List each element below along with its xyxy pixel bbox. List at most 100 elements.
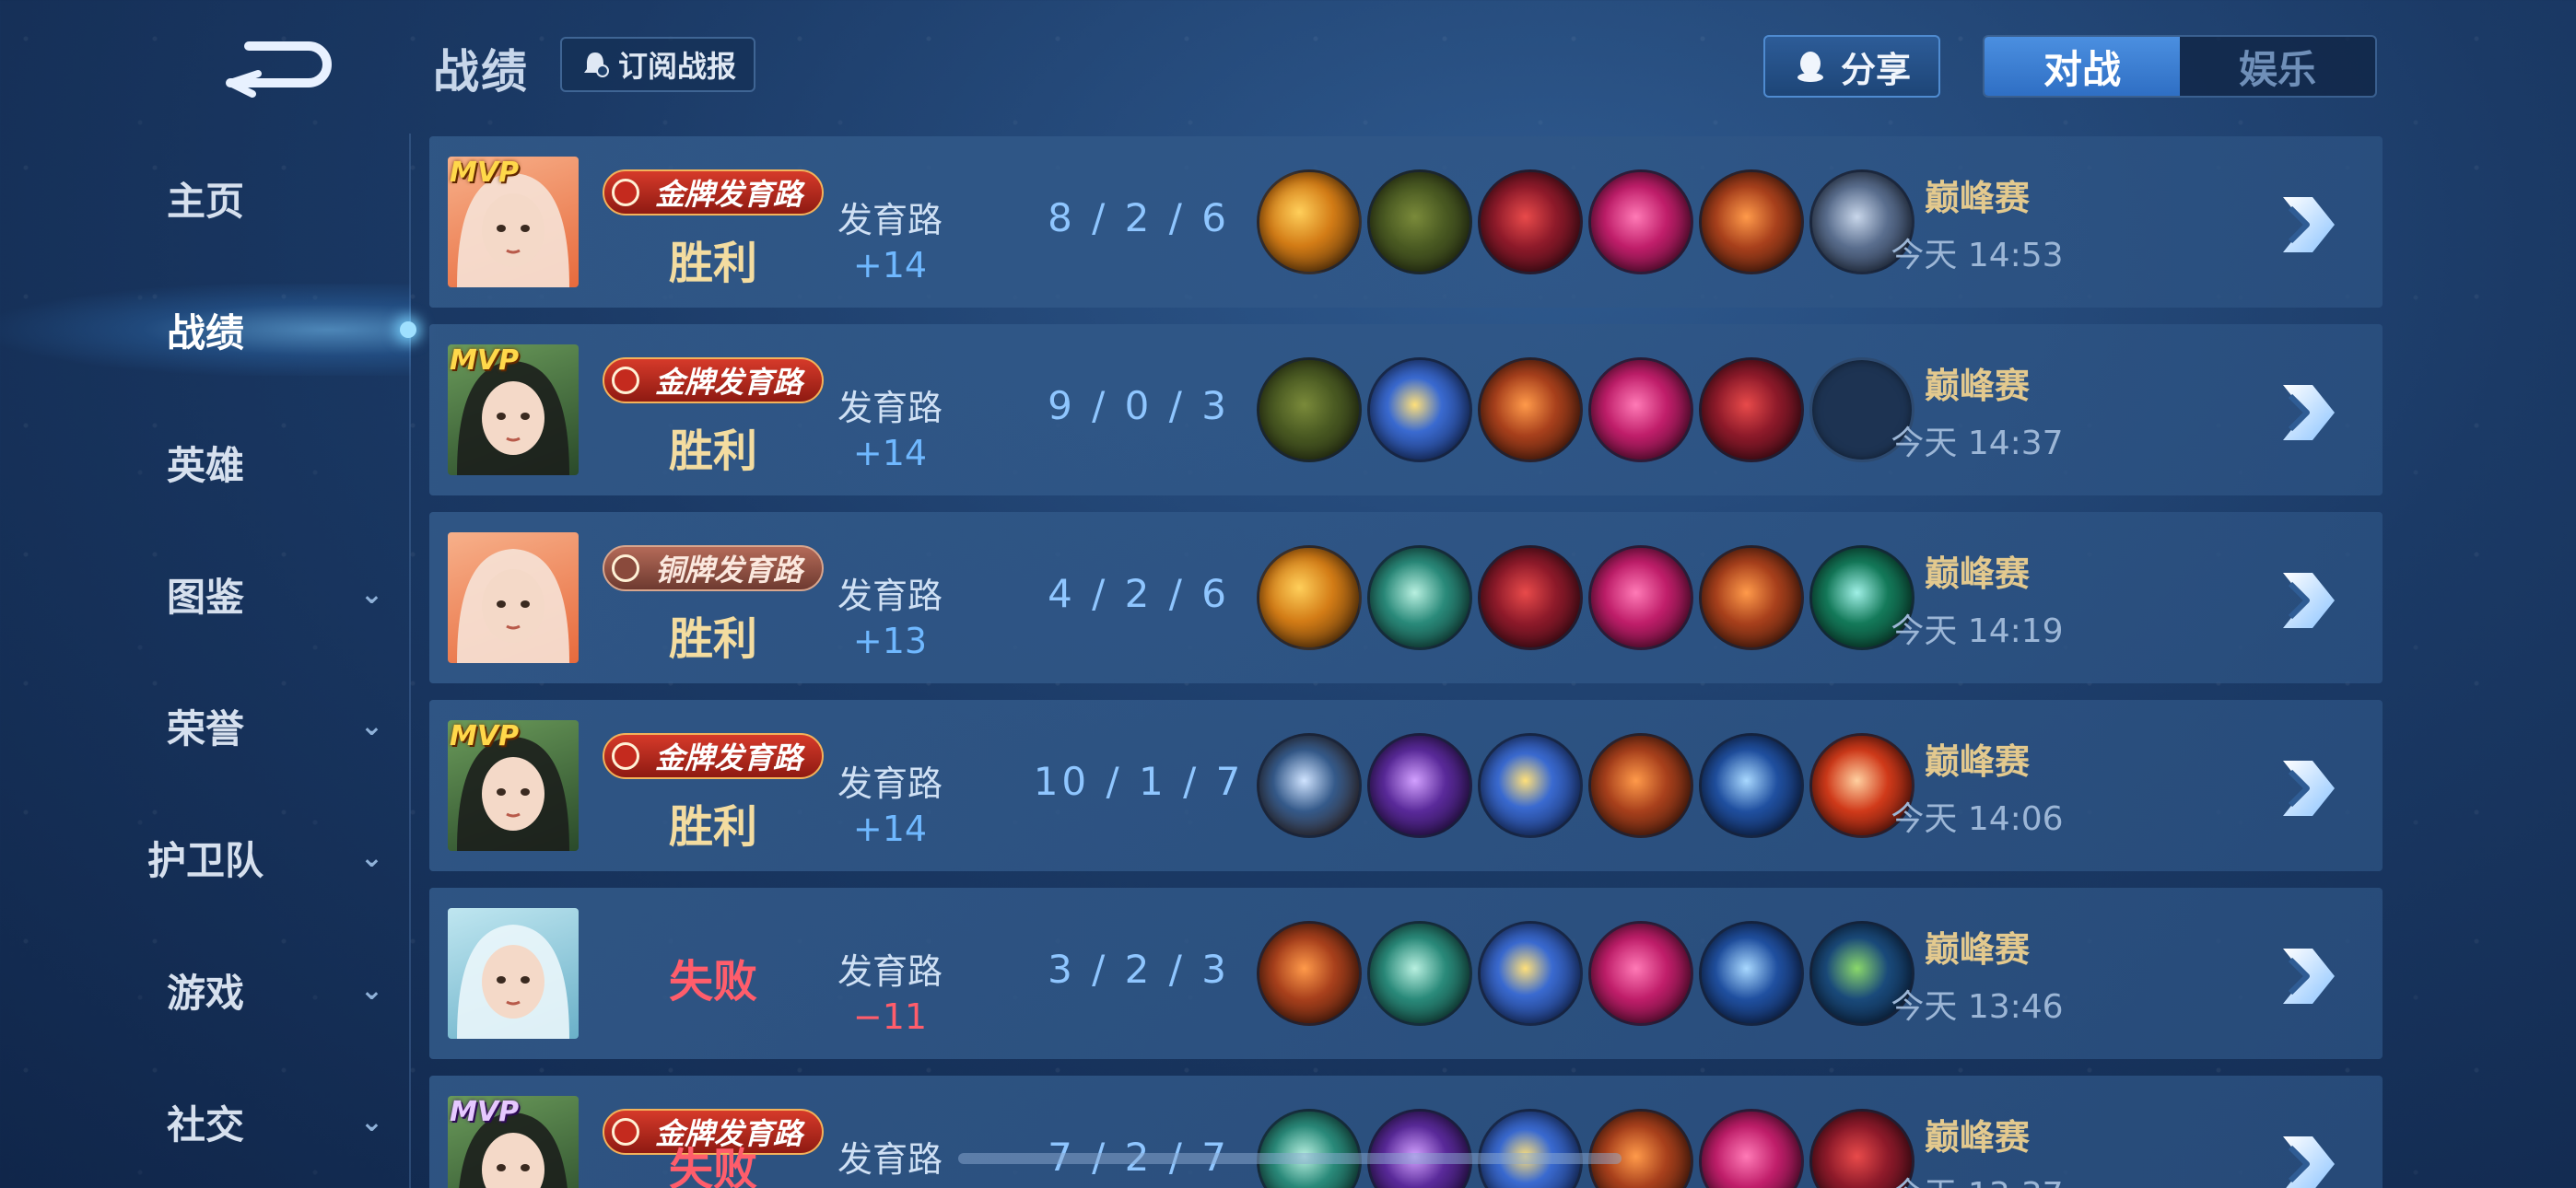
badge-label: 金牌发育路	[654, 365, 802, 400]
orange-blade-icon[interactable]	[1257, 921, 1362, 1026]
purple-axe-icon[interactable]	[1367, 733, 1472, 838]
orange-blade-icon[interactable]	[1588, 733, 1693, 838]
crimson-blade-icon[interactable]	[1478, 169, 1583, 274]
game-mode: 巅峰赛	[1924, 178, 2030, 218]
tab-entertainment[interactable]: 娱乐	[2180, 37, 2375, 96]
chevron-right-icon[interactable]	[2270, 751, 2344, 825]
match-row[interactable]: MVP 金牌发育路 胜利 发育路 +14 8 / 2 / 6 巅峰赛 今天 14:53	[429, 136, 2383, 308]
match-result: 失败	[668, 956, 757, 1007]
match-row[interactable]: 铜牌发育路 胜利 发育路 +13 4 / 2 / 6 巅峰赛 今天 14:19	[429, 512, 2383, 683]
navy-bow-icon[interactable]	[1699, 733, 1804, 838]
badge-label: 金牌发育路	[654, 177, 802, 212]
game-mode: 巅峰赛	[1924, 366, 2030, 406]
hero-avatar: MVP	[448, 1096, 579, 1188]
hero-avatar	[448, 532, 579, 663]
sidebar-item-label: 英雄	[166, 442, 244, 488]
match-row[interactable]: MVP 金牌发育路 胜利 发育路 +14 10 / 1 / 7 巅峰赛 今天 14:06	[429, 700, 2383, 871]
chevron-down-icon: ⌄	[359, 709, 383, 742]
hero-portrait-icon	[457, 549, 569, 663]
crimson-blade-icon[interactable]	[1478, 545, 1583, 650]
steel-boots-icon[interactable]	[1257, 733, 1362, 838]
item-build	[1257, 921, 1914, 1026]
gold-wings-icon[interactable]	[1257, 169, 1362, 274]
teal-boots-icon[interactable]	[1367, 545, 1472, 650]
scroll-indicator[interactable]	[958, 1153, 1622, 1164]
share-label: 分享	[1840, 49, 1911, 90]
item-build	[1257, 545, 1914, 650]
sidebar-item-codex[interactable]: 图鉴 ⌄	[0, 548, 411, 640]
navy-trident-icon[interactable]	[1699, 921, 1804, 1026]
sidebar-item-records[interactable]: 战绩	[0, 284, 416, 376]
pink-spear-icon[interactable]	[1588, 357, 1693, 462]
pink-spear-icon[interactable]	[1588, 921, 1693, 1026]
item-build	[1257, 357, 1914, 462]
sidebar-item-label: 护卫队	[146, 837, 263, 883]
rank-points-change: +14	[852, 809, 928, 849]
mode-tabs: 对战 娱乐	[1983, 35, 2377, 98]
share-button[interactable]: 分享	[1763, 35, 1940, 98]
green-boots-icon[interactable]	[1367, 169, 1472, 274]
badge-label: 金牌发育路	[654, 740, 802, 775]
lane-label: 发育路	[837, 763, 943, 804]
blue-star-icon[interactable]	[1478, 921, 1583, 1026]
sidebar-item-guard[interactable]: 护卫队 ⌄	[0, 811, 411, 903]
pink-spear-icon[interactable]	[1588, 545, 1693, 650]
sidebar-item-label: 社交	[166, 1101, 244, 1147]
gold-wings-icon[interactable]	[1257, 545, 1362, 650]
lane-label: 发育路	[837, 1139, 943, 1180]
back-arrow-icon[interactable]	[221, 28, 341, 101]
orange-blade-icon[interactable]	[1699, 169, 1804, 274]
rank-points-change: +13	[852, 621, 928, 661]
match-row[interactable]: 失败 发育路 −11 3 / 2 / 3 巅峰赛 今天 13:46	[429, 888, 2383, 1059]
chevron-right-icon[interactable]	[2270, 564, 2344, 637]
match-time: 今天 14:37	[1891, 425, 2064, 462]
chevron-right-icon[interactable]	[2270, 939, 2344, 1013]
sidebar: 主页 战绩 英雄 图鉴 ⌄ 荣誉 ⌄ 护卫队 ⌄ 游戏 ⌄ 社交 ⌄	[0, 134, 416, 1188]
chevron-down-icon: ⌄	[359, 577, 383, 611]
sidebar-item-heroes[interactable]: 英雄	[0, 416, 411, 508]
crimson-blade-icon[interactable]	[1699, 357, 1804, 462]
teal-boots-icon[interactable]	[1257, 1109, 1362, 1188]
blue-star-icon[interactable]	[1367, 357, 1472, 462]
match-row[interactable]: MVP 金牌发育路 胜利 发育路 +14 9 / 0 / 3 巅峰赛 今天 14:37	[429, 324, 2383, 495]
kda-score: 8 / 2 / 6	[1048, 195, 1230, 240]
game-mode: 巅峰赛	[1924, 553, 2030, 594]
teal-boots-icon[interactable]	[1367, 921, 1472, 1026]
rank-emblem-icon	[612, 179, 639, 206]
rank-emblem-icon	[612, 742, 639, 770]
lane-rank-badge: 铜牌发育路	[603, 545, 824, 591]
penguin-icon	[1797, 52, 1823, 82]
game-mode: 巅峰赛	[1924, 929, 2030, 970]
sidebar-item-games[interactable]: 游戏 ⌄	[0, 944, 411, 1036]
subscribe-report-button[interactable]: 订阅战报	[560, 37, 755, 92]
chevron-down-icon: ⌄	[359, 1105, 383, 1138]
chevron-right-icon[interactable]	[2270, 376, 2344, 449]
match-time: 今天 13:37	[1876, 1168, 2078, 1188]
sidebar-item-home[interactable]: 主页	[0, 152, 411, 244]
orange-blade-icon[interactable]	[1588, 1109, 1693, 1188]
kda-score: 3 / 2 / 3	[1048, 947, 1230, 992]
mvp-tag: MVP	[450, 157, 520, 189]
match-result: 胜利	[668, 801, 757, 853]
pink-spear-icon[interactable]	[1588, 169, 1693, 274]
green-boots-icon[interactable]	[1257, 357, 1362, 462]
sidebar-item-honor[interactable]: 荣誉 ⌄	[0, 680, 411, 772]
chevron-right-icon[interactable]	[2270, 188, 2344, 262]
match-time: 今天 14:19	[1891, 612, 2064, 650]
chevron-right-icon[interactable]	[2270, 1127, 2344, 1188]
game-mode: 巅峰赛	[1924, 741, 2030, 782]
tab-battle[interactable]: 对战	[1985, 37, 2180, 96]
lane-label: 发育路	[837, 388, 943, 428]
orange-blade-icon[interactable]	[1478, 357, 1583, 462]
sidebar-item-social[interactable]: 社交 ⌄	[0, 1076, 411, 1168]
mvp-tag: MVP	[450, 720, 520, 752]
lane-label: 发育路	[837, 576, 943, 616]
pink-spear-icon[interactable]	[1699, 1109, 1804, 1188]
match-row[interactable]: MVP 金牌发育路 失败发育路7 / 2 / 7巅峰赛今天 13:37	[429, 1076, 2383, 1188]
purple-axe-icon[interactable]	[1367, 1109, 1472, 1188]
blue-star-icon[interactable]	[1478, 1109, 1583, 1188]
orange-blade-icon[interactable]	[1699, 545, 1804, 650]
lane-rank-badge: 金牌发育路	[603, 169, 824, 215]
blue-star-icon[interactable]	[1478, 733, 1583, 838]
rank-emblem-icon	[612, 554, 639, 582]
